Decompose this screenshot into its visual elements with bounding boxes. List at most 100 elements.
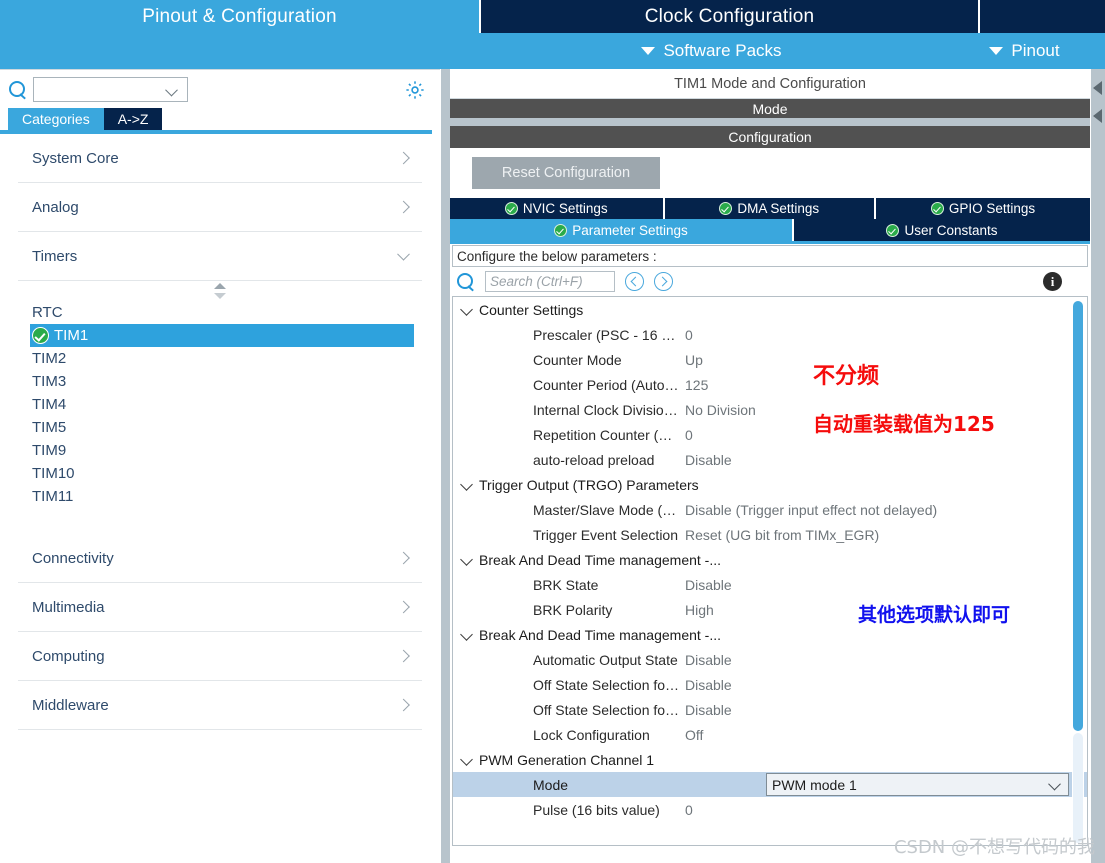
- page-title: TIM1 Mode and Configuration: [450, 69, 1090, 99]
- list-item-label: TIM10: [32, 465, 75, 482]
- collapse-left-arrow-icon-2[interactable]: [1093, 109, 1102, 123]
- param-name: Counter Mode: [533, 351, 622, 368]
- param-value: Disable: [685, 451, 732, 468]
- list-item-tim2[interactable]: TIM2: [0, 347, 440, 370]
- info-icon[interactable]: i: [1043, 272, 1062, 291]
- param-name: Automatic Output State: [533, 651, 678, 668]
- page-title-label: TIM1 Mode and Configuration: [674, 75, 866, 92]
- category-multimedia[interactable]: Multimedia: [18, 583, 422, 632]
- list-item-tim1[interactable]: TIM1: [30, 324, 414, 347]
- param-row-brk-polarity[interactable]: BRK Polarity High: [453, 597, 1087, 622]
- chevron-down-icon: [1050, 781, 1060, 789]
- category-label: Multimedia: [32, 598, 105, 616]
- param-name: Off State Selection for Run M...: [533, 676, 681, 693]
- category-analog[interactable]: Analog: [18, 183, 422, 232]
- param-group-trigger-output[interactable]: Trigger Output (TRGO) Parameters: [453, 472, 1087, 497]
- pinout-label: Pinout: [1011, 41, 1060, 60]
- param-row-auto-reload-preload[interactable]: auto-reload preload Disable: [453, 447, 1087, 472]
- category-middleware[interactable]: Middleware: [18, 681, 422, 730]
- param-row-counter-mode[interactable]: Counter Mode Up: [453, 347, 1087, 372]
- list-item-tim11[interactable]: TIM11: [0, 485, 440, 508]
- tab-gpio-settings[interactable]: GPIO Settings: [876, 198, 1090, 219]
- param-row-pwm-mode[interactable]: Mode PWM mode 1: [453, 772, 1087, 797]
- param-row-automatic-output-state[interactable]: Automatic Output State Disable: [453, 647, 1087, 672]
- param-row-off-state-idle-mode[interactable]: Off State Selection for Idle Mo... Disab…: [453, 697, 1087, 722]
- software-packs-menu[interactable]: Software Packs: [479, 33, 944, 69]
- param-row-prescaler[interactable]: Prescaler (PSC - 16 bits value) 0: [453, 322, 1087, 347]
- param-row-off-state-run-mode[interactable]: Off State Selection for Run M... Disable: [453, 672, 1087, 697]
- settings-tabs-row-1: NVIC Settings DMA Settings GPIO Settings: [450, 198, 1090, 219]
- category-connectivity[interactable]: Connectivity: [18, 534, 422, 583]
- category-computing[interactable]: Computing: [18, 632, 422, 681]
- param-group-pwm-generation-channel-1[interactable]: PWM Generation Channel 1: [453, 747, 1087, 772]
- list-item-tim3[interactable]: TIM3: [0, 370, 440, 393]
- param-row-counter-period[interactable]: Counter Period (AutoReload ... 125: [453, 372, 1087, 397]
- pinout-menu[interactable]: Pinout: [944, 33, 1105, 69]
- search-icon: [8, 80, 27, 99]
- reset-configuration-button[interactable]: Reset Configuration: [472, 157, 660, 189]
- list-item-tim5[interactable]: TIM5: [0, 416, 440, 439]
- category-timers[interactable]: Timers: [18, 232, 422, 281]
- gear-icon[interactable]: [404, 79, 426, 101]
- param-row-lock-configuration[interactable]: Lock Configuration Off: [453, 722, 1087, 747]
- list-item-tim10[interactable]: TIM10: [0, 462, 440, 485]
- parameter-search-input[interactable]: Search (Ctrl+F): [485, 271, 615, 292]
- chevron-down-icon: [989, 47, 1004, 55]
- tab-user-constants[interactable]: User Constants: [794, 219, 1090, 241]
- param-value: Reset (UG bit from TIMx_EGR): [685, 526, 880, 543]
- search-icon: [456, 272, 475, 291]
- panel-splitter[interactable]: [440, 69, 450, 863]
- right-collapse-strip[interactable]: [1090, 69, 1105, 863]
- configuration-section-label: Configuration: [728, 129, 812, 145]
- parameter-tree-scrollbar[interactable]: [1072, 299, 1084, 845]
- tab-a-to-z[interactable]: A->Z: [103, 108, 163, 130]
- param-row-repetition-counter[interactable]: Repetition Counter (RCR - 8 b... 0: [453, 422, 1087, 447]
- list-item-tim9[interactable]: TIM9: [0, 439, 440, 462]
- configuration-section-bar[interactable]: Configuration: [450, 126, 1090, 148]
- param-group-counter-settings[interactable]: Counter Settings: [453, 297, 1087, 322]
- param-row-internal-clock-division[interactable]: Internal Clock Division (CKD) No Divisio…: [453, 397, 1087, 422]
- list-item-label: RTC: [32, 304, 63, 321]
- tab-clock-configuration[interactable]: Clock Configuration: [479, 0, 978, 33]
- tab-nvic-settings[interactable]: NVIC Settings: [450, 198, 665, 219]
- param-row-brk-state[interactable]: BRK State Disable: [453, 572, 1087, 597]
- category-system-core[interactable]: System Core: [18, 134, 422, 183]
- list-item-label: TIM1: [54, 327, 89, 344]
- scrollbar-thumb[interactable]: [1073, 301, 1083, 731]
- component-tree-panel: Categories A->Z System Core Analog Timer…: [0, 69, 440, 863]
- mode-section-label: Mode: [752, 100, 788, 117]
- reset-area: Reset Configuration: [450, 148, 1090, 198]
- timers-bottom-gap: [0, 508, 440, 534]
- tab-categories-label: Categories: [22, 111, 90, 127]
- list-item-label: TIM2: [32, 350, 67, 367]
- param-value: No Division: [685, 401, 756, 418]
- scrollbar-track[interactable]: [1073, 733, 1083, 843]
- category-label: Connectivity: [32, 549, 114, 567]
- search-previous-icon[interactable]: [625, 272, 644, 291]
- tab-categories[interactable]: Categories: [8, 108, 104, 130]
- param-name: BRK Polarity: [533, 601, 613, 618]
- component-search-combobox[interactable]: [33, 76, 188, 102]
- search-next-icon[interactable]: [654, 272, 673, 291]
- tab-dma-settings[interactable]: DMA Settings: [664, 198, 876, 219]
- timers-scroll-spinner[interactable]: [0, 281, 440, 301]
- category-label: Analog: [32, 198, 79, 216]
- component-view-tabs: Categories A->Z: [0, 108, 440, 130]
- param-row-master-slave-mode[interactable]: Master/Slave Mode (MSM bit) Disable (Tri…: [453, 497, 1087, 522]
- mode-section-bar[interactable]: Mode: [450, 99, 1090, 118]
- param-row-trigger-event-selection[interactable]: Trigger Event Selection Reset (UG bit fr…: [453, 522, 1087, 547]
- chevron-down-icon: [397, 247, 410, 261]
- tab-parameter-settings[interactable]: Parameter Settings: [450, 219, 794, 241]
- pwm-mode-dropdown[interactable]: PWM mode 1: [766, 773, 1069, 796]
- param-group-break-dead-time-1[interactable]: Break And Dead Time management -...: [453, 547, 1087, 572]
- tab-pinout-configuration[interactable]: Pinout & Configuration: [0, 0, 479, 33]
- param-group-break-dead-time-2[interactable]: Break And Dead Time management -...: [453, 622, 1087, 647]
- tab-project-manager[interactable]: [978, 0, 1105, 33]
- peripheral-config-panel: TIM1 Mode and Configuration Mode Configu…: [450, 69, 1090, 863]
- param-row-pulse[interactable]: Pulse (16 bits value) 0: [453, 797, 1087, 822]
- param-value: Disable: [685, 676, 732, 693]
- collapse-left-arrow-icon[interactable]: [1093, 81, 1102, 95]
- list-item-rtc[interactable]: RTC: [0, 301, 440, 324]
- param-name: Off State Selection for Idle Mo...: [533, 701, 681, 718]
- list-item-tim4[interactable]: TIM4: [0, 393, 440, 416]
